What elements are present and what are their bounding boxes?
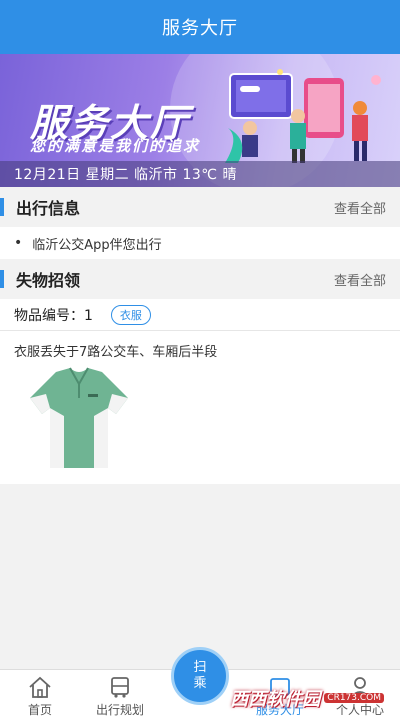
lost-item-card[interactable]: 物品编号：1 衣服 衣服丢失于7路公交车、车厢后半段	[0, 299, 400, 484]
lost-view-all-link[interactable]: 查看全部	[334, 270, 386, 289]
lost-found-title: 失物招领	[0, 267, 80, 291]
scan-label-line1: 扫	[193, 660, 207, 675]
tab-home-label: 首页	[27, 703, 52, 717]
travel-news-item[interactable]: • 临沂公交App伴您出行	[0, 227, 400, 259]
lost-item-number: 物品编号：1	[14, 307, 93, 324]
lost-found-title-text: 失物招领	[16, 271, 81, 290]
home-icon	[29, 676, 51, 698]
page-title: 服务大厅	[162, 18, 238, 39]
service-banner[interactable]: 服务大厅 您的满意是我们的追求 12月21日 星期二 临沂市 13℃ 晴	[0, 54, 400, 187]
tab-route-planning[interactable]: 出行规划	[80, 670, 160, 721]
banner-slogan: 您的满意是我们的追求	[30, 137, 201, 155]
lost-item-photo[interactable]	[0, 364, 400, 484]
scan-to-ride-button[interactable]: 扫 乘	[171, 647, 229, 705]
watermark: 西西软件园 CR173.COM	[230, 685, 384, 711]
travel-view-all-link[interactable]: 查看全部	[334, 198, 386, 217]
lost-found-header: 失物招领 查看全部	[0, 259, 400, 299]
travel-info-title-text: 出行信息	[16, 199, 81, 218]
tab-home[interactable]: 首页	[0, 670, 80, 721]
app-header: 服务大厅	[0, 0, 400, 54]
watermark-url: CR173.COM	[324, 693, 384, 703]
category-tag: 衣服	[110, 304, 151, 325]
section-accent-bar	[0, 198, 4, 216]
polo-shirt-icon	[30, 367, 128, 468]
watermark-logo: 西西软件园	[230, 689, 321, 710]
bus-icon	[111, 677, 129, 698]
tab-route-planning-label: 出行规划	[95, 703, 144, 717]
scan-label-line2: 乘	[193, 676, 207, 691]
lost-item-meta: 物品编号：1 衣服	[0, 299, 400, 331]
banner-illustration	[225, 69, 381, 163]
date-weather-bar: 12月21日 星期二 临沂市 13℃ 晴	[0, 161, 400, 187]
travel-news-text: 临沂公交App伴您出行	[32, 237, 162, 253]
bullet-icon: •	[14, 235, 23, 251]
travel-info-title: 出行信息	[0, 195, 80, 219]
section-accent-bar	[0, 270, 4, 288]
lost-item-description: 衣服丢失于7路公交车、车厢后半段	[14, 345, 218, 360]
travel-info-header: 出行信息 查看全部	[0, 187, 400, 227]
